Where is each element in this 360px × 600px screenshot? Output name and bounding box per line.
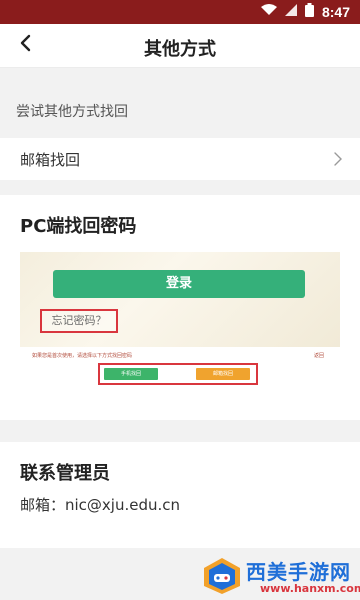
wifi-icon (260, 4, 277, 20)
signal-icon (284, 4, 297, 20)
screenshot-email-recovery-button: 邮箱找回 (196, 368, 250, 380)
gamepad-logo-icon (200, 556, 244, 596)
pc-recovery-screenshot: 登录 忘记密码？ 如果您是首次使用，请选择以下方式找回密码 返回 手机找回 邮箱… (20, 252, 340, 402)
watermark: 西美手游网 www.hanxm.com (200, 554, 360, 600)
screenshot-instruction-text: 如果您是首次使用，请选择以下方式找回密码 (32, 353, 133, 359)
recovery-hint-text: 尝试其他方式找回 (16, 104, 128, 120)
page-title: 其他方式 (144, 39, 216, 60)
screenshot-forgot-password-link: 忘记密码？ (40, 309, 118, 333)
screenshot-phone-recovery-button: 手机找回 (104, 368, 158, 380)
battery-icon (304, 3, 314, 21)
watermark-url: www.hanxm.com (260, 582, 360, 595)
pc-recovery-card: PC端找回密码 登录 忘记密码？ 如果您是首次使用，请选择以下方式找回密码 返回… (0, 195, 360, 420)
contact-admin-card: 联系管理员 邮箱：nic@xju.edu.cn (0, 442, 360, 548)
email-recovery-row[interactable]: 邮箱找回 (0, 138, 360, 180)
status-time: 8:47 (321, 4, 350, 20)
email-recovery-label: 邮箱找回 (20, 151, 81, 169)
recovery-hint-section: 尝试其他方式找回 (0, 92, 360, 126)
top-navigation-bar: 其他方式 (0, 24, 360, 68)
pc-recovery-heading: PC端找回密码 (20, 216, 137, 237)
screenshot-options-panel: 如果您是首次使用，请选择以下方式找回密码 返回 手机找回 邮箱找回 (20, 347, 340, 402)
screenshot-login-button: 登录 (53, 270, 305, 298)
watermark-name: 西美手游网 (246, 560, 351, 584)
admin-email-text: 邮箱：nic@xju.edu.cn (20, 496, 181, 514)
contact-admin-heading: 联系管理员 (20, 463, 110, 484)
chevron-right-icon (334, 151, 346, 166)
status-bar: 8:47 (0, 0, 360, 24)
status-icons: 8:47 (260, 3, 350, 21)
screenshot-right-note: 返回 (313, 353, 324, 359)
